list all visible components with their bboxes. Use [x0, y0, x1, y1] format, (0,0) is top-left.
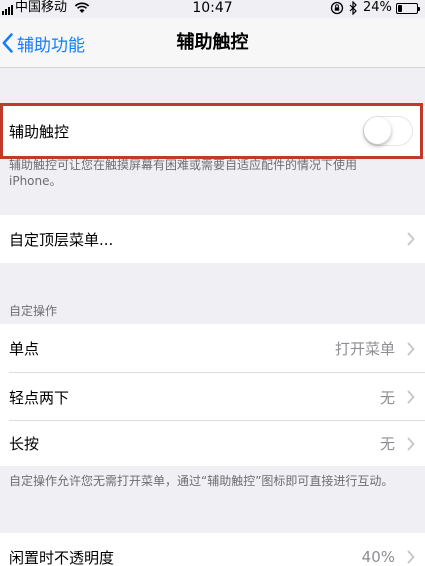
action-label: 轻点两下	[9, 388, 70, 407]
page-title: 辅助触控	[176, 32, 249, 53]
status-bar: 中国移动 10:47 24%	[0, 0, 425, 18]
idle-opacity-label: 闲置时不透明度	[9, 548, 115, 566]
custom-actions-header: 自定操作	[9, 304, 58, 318]
battery-icon	[396, 3, 420, 14]
action-label: 长按	[9, 435, 40, 453]
chevron-right-icon	[407, 550, 415, 564]
chevron-right-icon	[407, 390, 415, 404]
custom-action-row[interactable]: 单点 打开菜单	[0, 324, 425, 373]
status-time: 10:47	[192, 0, 233, 16]
idle-opacity-row[interactable]: 闲置时不透明度 40%	[0, 533, 425, 566]
assistive-touch-footnote: 辅助触控可让您在触摸屏幕有困难或需要自适应配件的情况下使用 iPhone。	[9, 158, 358, 188]
rotation-lock-icon	[330, 1, 344, 19]
action-value: 打开菜单	[334, 340, 395, 358]
battery-percent: 24%	[363, 0, 392, 15]
chevron-right-icon	[407, 437, 415, 450]
action-label: 单点	[9, 340, 40, 358]
action-value: 无	[379, 435, 395, 453]
custom-actions-footnote: 自定操作允许您无需打开菜单，通过“辅助触控”图标即可直接进行互动。	[9, 474, 394, 488]
bluetooth-icon	[349, 0, 358, 18]
navigation-bar: 辅助功能 辅助触控	[0, 18, 425, 68]
highlight-annotation	[0, 103, 423, 159]
chevron-right-icon	[407, 342, 415, 355]
custom-action-row[interactable]: 长按 无	[0, 421, 425, 466]
customize-top-menu-label: 自定顶层菜单...	[9, 230, 114, 249]
chevron-right-icon	[407, 232, 415, 246]
customize-top-menu-row[interactable]: 自定顶层菜单...	[0, 215, 425, 263]
idle-opacity-value: 40%	[361, 548, 395, 566]
custom-action-row[interactable]: 轻点两下 无	[0, 373, 425, 421]
action-value: 无	[379, 388, 395, 407]
